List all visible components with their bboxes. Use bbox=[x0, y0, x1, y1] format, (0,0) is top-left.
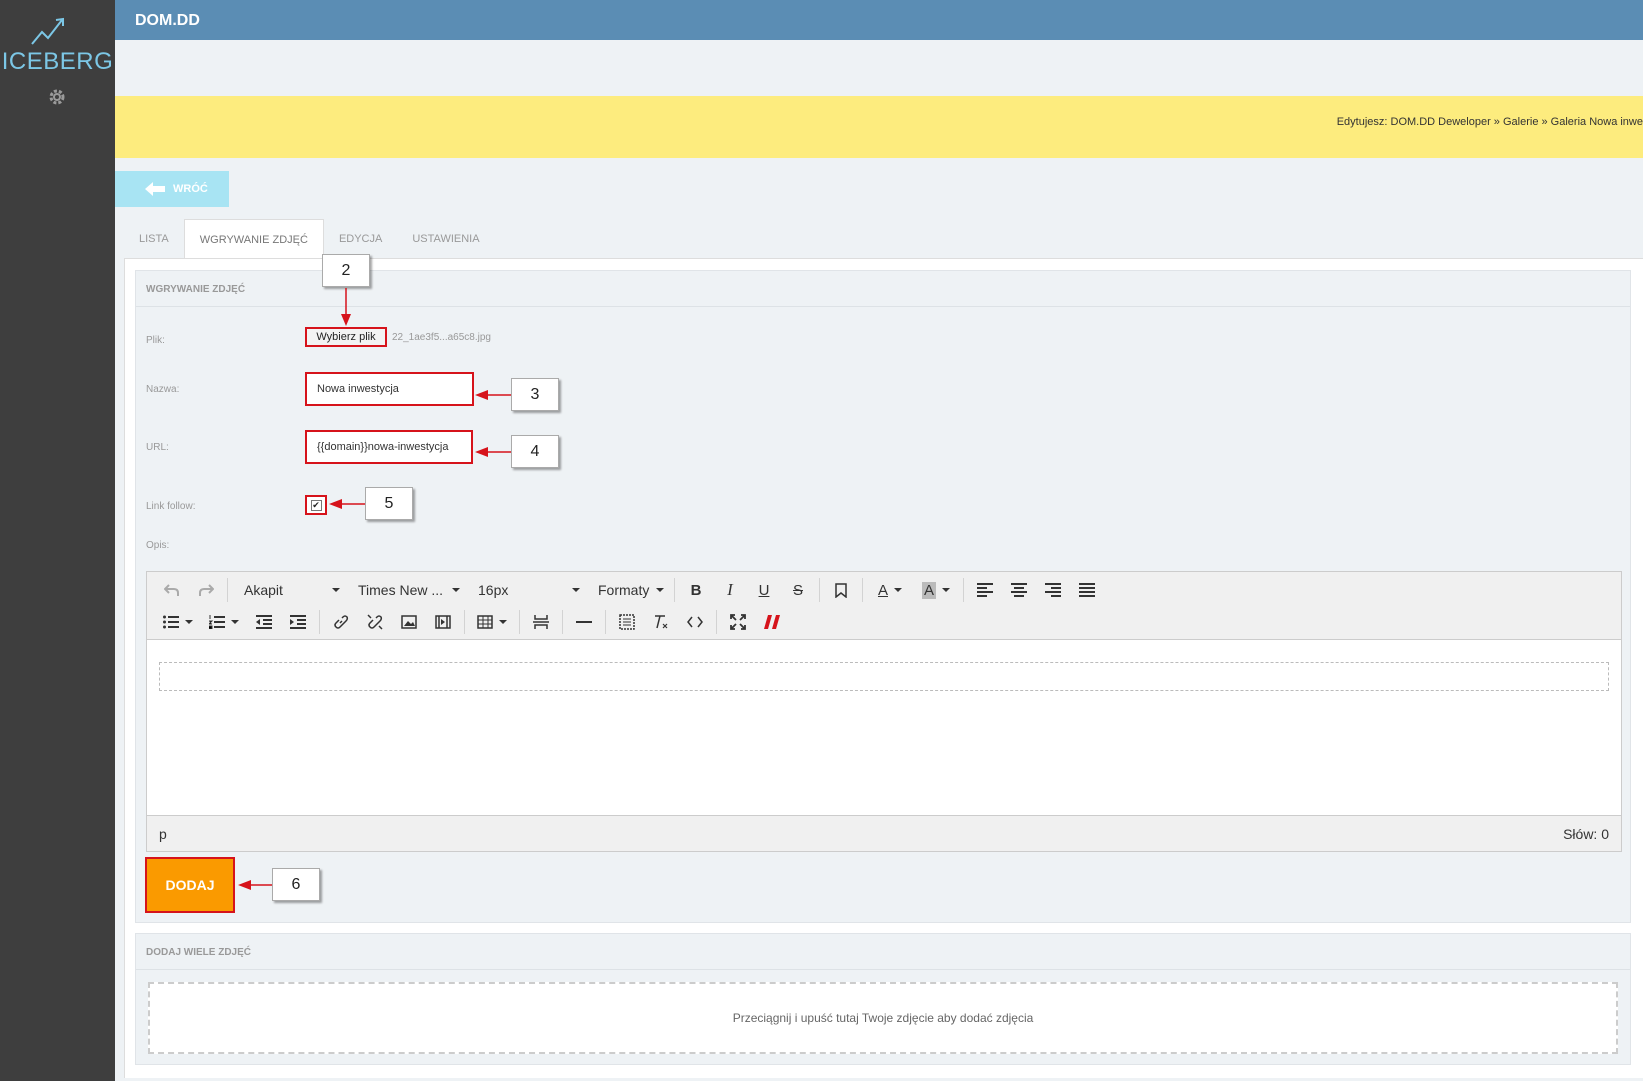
media-icon[interactable] bbox=[426, 609, 460, 635]
callout-2: 2 bbox=[322, 254, 370, 287]
underline-icon[interactable]: U bbox=[747, 577, 781, 603]
toolbar-separator bbox=[862, 578, 863, 602]
align-left-icon[interactable] bbox=[968, 577, 1002, 603]
callout-3: 3 bbox=[511, 378, 559, 411]
description-label: Opis: bbox=[146, 540, 170, 551]
table-icon[interactable] bbox=[469, 609, 515, 635]
callout-5: 5 bbox=[365, 487, 413, 520]
name-input[interactable] bbox=[305, 372, 474, 406]
logo-text: ICEBERG bbox=[1, 48, 114, 75]
toolbar-separator bbox=[674, 578, 675, 602]
add-button[interactable]: DODAJ bbox=[145, 857, 235, 913]
back-button-label: WRÓĆ bbox=[173, 183, 208, 195]
block-format-select[interactable]: Akapit bbox=[232, 577, 346, 603]
font-size-value: 16px bbox=[478, 582, 509, 598]
link-follow-checkbox[interactable]: ✔ bbox=[305, 495, 327, 515]
breadcrumb-bar: Edytujesz: DOM.DD Deweloper » Galerie » … bbox=[115, 96, 1643, 158]
multi-upload-panel: DODAJ WIELE ZDJĘĆ Przeciągnij i upuść tu… bbox=[135, 933, 1631, 1065]
tab-bar: LISTA WGRYWANIE ZDJĘĆ EDYCJA USTAWIENIA bbox=[124, 219, 495, 259]
bookmark-icon[interactable] bbox=[824, 577, 858, 603]
editor-content[interactable] bbox=[147, 640, 1621, 815]
callout-6: 6 bbox=[272, 868, 320, 901]
image-icon[interactable] bbox=[392, 609, 426, 635]
page-break-icon[interactable] bbox=[524, 609, 558, 635]
quote-plugin-icon[interactable] bbox=[755, 609, 789, 635]
app-title: DOM.DD bbox=[115, 0, 1643, 40]
background-color-icon[interactable]: A bbox=[913, 577, 959, 603]
formats-select[interactable]: Formaty bbox=[586, 577, 670, 603]
editor-toolbar: Akapit Times New ... 16px Formaty B I U … bbox=[147, 572, 1621, 640]
file-label: Plik: bbox=[146, 335, 165, 346]
unlink-icon[interactable] bbox=[358, 609, 392, 635]
choose-file-button[interactable]: Wybierz plik bbox=[305, 327, 387, 347]
outdent-icon[interactable] bbox=[247, 609, 281, 635]
dropzone[interactable]: Przeciągnij i upuść tutaj Twoje zdjęcie … bbox=[148, 982, 1618, 1054]
link-icon[interactable] bbox=[324, 609, 358, 635]
undo-icon[interactable] bbox=[155, 577, 189, 603]
source-code-icon[interactable] bbox=[678, 609, 712, 635]
font-size-select[interactable]: 16px bbox=[466, 577, 586, 603]
indent-icon[interactable] bbox=[281, 609, 315, 635]
toolbar-separator bbox=[227, 578, 228, 602]
horizontal-line-icon[interactable] bbox=[567, 609, 601, 635]
toolbar-separator bbox=[464, 610, 465, 634]
toolbar-separator bbox=[605, 610, 606, 634]
tab-lista[interactable]: LISTA bbox=[124, 219, 184, 259]
rich-text-editor: Akapit Times New ... 16px Formaty B I U … bbox=[146, 571, 1622, 852]
tab-edycja[interactable]: EDYCJA bbox=[324, 219, 397, 259]
strikethrough-icon[interactable]: S bbox=[781, 577, 815, 603]
toolbar-separator bbox=[963, 578, 964, 602]
tab-wgrywanie-zdjec[interactable]: WGRYWANIE ZDJĘĆ bbox=[183, 219, 324, 259]
logo-mark-icon bbox=[31, 17, 64, 45]
numbered-list-icon[interactable] bbox=[201, 609, 247, 635]
font-family-select[interactable]: Times New ... bbox=[346, 577, 466, 603]
bold-icon[interactable]: B bbox=[679, 577, 713, 603]
arrow-left-icon bbox=[145, 182, 165, 196]
toolbar-separator bbox=[716, 610, 717, 634]
visual-blocks-icon[interactable] bbox=[610, 609, 644, 635]
italic-icon[interactable]: I bbox=[713, 577, 747, 603]
editor-statusbar: p Słów: 0 bbox=[147, 815, 1621, 851]
formats-value: Formaty bbox=[598, 582, 650, 598]
block-format-value: Akapit bbox=[244, 582, 283, 598]
checkmark-icon: ✔ bbox=[310, 499, 322, 511]
word-count: Słów: 0 bbox=[1563, 825, 1609, 842]
font-family-value: Times New ... bbox=[358, 582, 444, 598]
name-label: Nazwa: bbox=[146, 384, 180, 395]
callout-4: 4 bbox=[511, 435, 559, 468]
gear-icon[interactable] bbox=[48, 88, 66, 106]
bullet-list-icon[interactable] bbox=[155, 609, 201, 635]
tab-ustawienia[interactable]: USTAWIENIA bbox=[397, 219, 494, 259]
breadcrumb: Edytujesz: DOM.DD Deweloper » Galerie » … bbox=[1336, 116, 1643, 128]
align-justify-icon[interactable] bbox=[1070, 577, 1104, 603]
editor-paragraph[interactable] bbox=[159, 662, 1609, 691]
toolbar-separator bbox=[562, 610, 563, 634]
url-label: URL: bbox=[146, 442, 169, 453]
url-input[interactable] bbox=[305, 430, 473, 464]
redo-icon[interactable] bbox=[189, 577, 223, 603]
toolbar-separator bbox=[819, 578, 820, 602]
element-path[interactable]: p bbox=[159, 826, 167, 842]
sidebar: ICEBERG bbox=[0, 0, 115, 1081]
toolbar-separator bbox=[319, 610, 320, 634]
align-right-icon[interactable] bbox=[1036, 577, 1070, 603]
text-color-icon[interactable]: A bbox=[867, 577, 913, 603]
fullscreen-icon[interactable] bbox=[721, 609, 755, 635]
file-name: 22_1ae3f5...a65c8.jpg bbox=[392, 332, 491, 343]
multi-upload-title: DODAJ WIELE ZDJĘĆ bbox=[136, 934, 1630, 970]
back-button[interactable]: WRÓĆ bbox=[115, 171, 229, 207]
align-center-icon[interactable] bbox=[1002, 577, 1036, 603]
link-follow-label: Link follow: bbox=[146, 501, 196, 512]
clear-formatting-icon[interactable] bbox=[644, 609, 678, 635]
toolbar-separator bbox=[519, 610, 520, 634]
